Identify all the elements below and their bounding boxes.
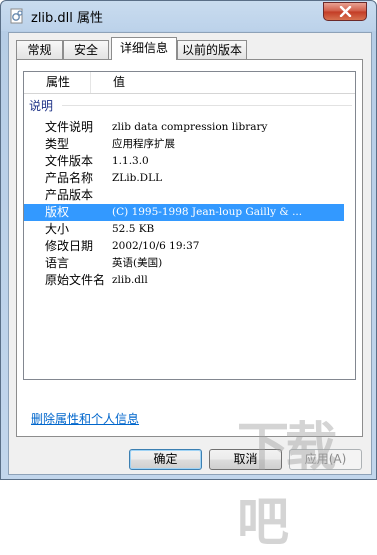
list-item[interactable]: 语言 英语(美国): [24, 255, 344, 272]
property-name: 产品版本: [45, 188, 94, 202]
property-name: 文件版本: [45, 154, 94, 168]
property-value: (C) 1995-1998 Jean-loup Gailly & ...: [112, 206, 303, 218]
close-button[interactable]: [323, 2, 367, 21]
list-item-selected[interactable]: 版权 (C) 1995-1998 Jean-loup Gailly & ...: [24, 204, 344, 221]
property-value: 1.1.3.0: [112, 155, 149, 167]
close-icon: [339, 6, 352, 17]
dll-file-icon: [10, 8, 23, 24]
property-value: zlib data compression library: [112, 121, 268, 133]
group-label-description: 说明: [29, 99, 54, 113]
tab-previous-versions[interactable]: 以前的版本: [177, 40, 247, 59]
tab-details[interactable]: 详细信息: [111, 37, 177, 60]
window-title: zlib.dll 属性: [31, 11, 104, 26]
list-item[interactable]: 修改日期 2002/10/6 19:37: [24, 238, 344, 255]
property-name: 产品名称: [45, 171, 94, 185]
details-panel: 属性 值 说明 文件说明 zlib data compression libra…: [16, 59, 363, 437]
property-name: 版权: [45, 205, 70, 219]
list-header: 属性 值: [24, 72, 355, 94]
list-item[interactable]: 大小 52.5 KB: [24, 221, 344, 238]
property-name: 原始文件名: [45, 273, 106, 287]
property-name: 语言: [45, 256, 70, 270]
tab-general[interactable]: 常规: [16, 40, 63, 59]
list-item[interactable]: 产品名称 ZLib.DLL: [24, 170, 344, 187]
tab-security[interactable]: 安全: [63, 40, 109, 59]
property-name: 大小: [45, 222, 70, 236]
properties-window: zlib.dll 属性 常规 安全 详细信息 以前的版本 属性 值 说明 文件说…: [0, 0, 377, 553]
list-item[interactable]: 产品版本: [24, 187, 344, 204]
ok-button[interactable]: 确定: [129, 449, 202, 470]
property-value: 2002/10/6 19:37: [112, 240, 200, 252]
list-item[interactable]: 文件说明 zlib data compression library: [24, 119, 344, 136]
property-value: 应用程序扩展: [112, 138, 175, 150]
remove-properties-link[interactable]: 删除属性和个人信息: [31, 410, 139, 427]
property-value: ZLib.DLL: [112, 172, 163, 184]
column-header-value[interactable]: 值: [113, 72, 125, 93]
property-name: 类型: [45, 137, 70, 151]
details-list[interactable]: 属性 值 说明 文件说明 zlib data compression libra…: [23, 71, 356, 380]
title-bar[interactable]: zlib.dll 属性: [1, 1, 376, 33]
property-name: 修改日期: [45, 239, 94, 253]
list-item[interactable]: 类型 应用程序扩展: [24, 136, 344, 153]
property-value: 52.5 KB: [112, 223, 155, 235]
column-divider[interactable]: [90, 72, 91, 93]
group-divider: [62, 105, 352, 106]
watermark-logo: 下载吧: [237, 418, 337, 553]
list-item[interactable]: 原始文件名 zlib.dll: [24, 272, 344, 289]
property-name: 文件说明: [45, 120, 94, 134]
list-item[interactable]: 文件版本 1.1.3.0: [24, 153, 344, 170]
property-value: zlib.dll: [112, 274, 148, 286]
property-value: 英语(美国): [112, 257, 163, 269]
column-header-property[interactable]: 属性: [46, 72, 70, 93]
